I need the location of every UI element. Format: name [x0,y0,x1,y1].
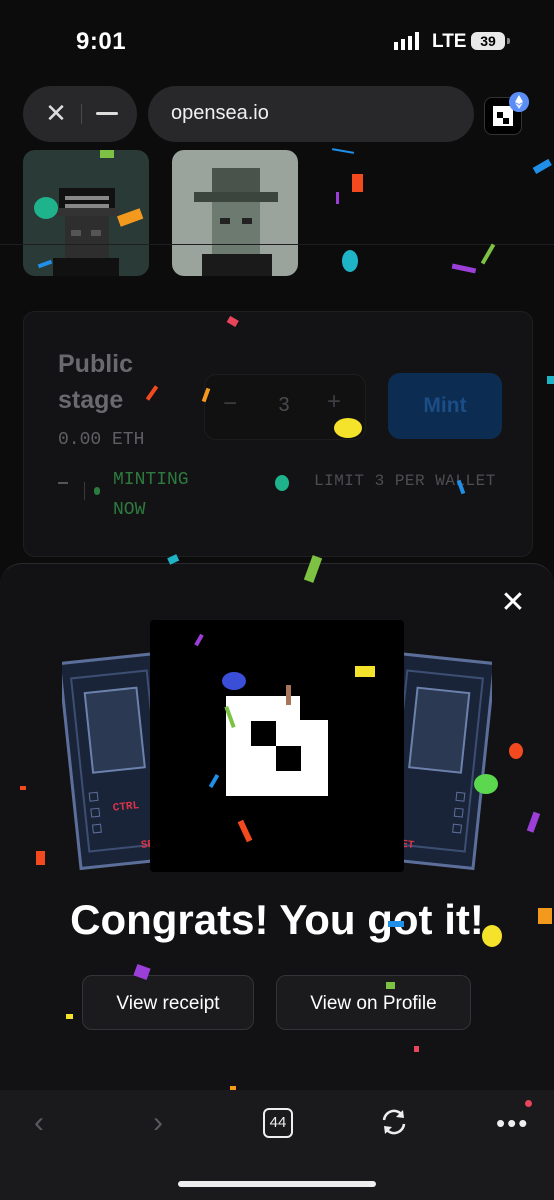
status-time: 9:01 [76,28,127,55]
view-receipt-button[interactable]: View receipt [82,975,254,1030]
controls-divider [81,104,82,124]
forward-icon[interactable]: › [153,1106,163,1140]
nft-thumbnail-2[interactable] [172,150,298,276]
tabs-button[interactable]: 44 [263,1108,293,1138]
home-indicator [178,1181,376,1187]
back-icon[interactable]: ‹ [34,1106,44,1140]
reload-icon[interactable] [378,1106,410,1138]
modal-close-button[interactable]: ✕ [498,588,528,618]
section-divider [0,244,554,245]
network-label: LTE [432,31,467,52]
mint-button[interactable]: Mint [388,373,502,439]
browser-controls [23,86,137,142]
battery-icon: 39 [471,32,505,50]
status-divider [84,482,85,500]
view-on-profile-button[interactable]: View on Profile [276,975,471,1030]
close-tab-icon[interactable]: ✕ [42,98,70,128]
congrats-heading: Congrats! You got it! [70,896,484,943]
quantity-value[interactable]: 3 [274,394,294,417]
signal-icon [394,32,419,50]
stage-price: 0.00 ETH [58,430,145,450]
wallet-limit: LIMIT 3 PER WALLET [314,472,496,490]
minted-nft-image [150,620,404,872]
minimize-icon[interactable] [96,112,118,115]
stage-title: Public stage [58,350,134,414]
increment-button[interactable]: + [322,388,346,416]
nft-thumbnail-1[interactable] [23,150,149,276]
decrement-button[interactable]: − [218,390,242,418]
live-dot-icon [94,487,100,495]
more-menu-icon[interactable]: ••• [496,1108,529,1139]
battery-tip [507,38,510,44]
dash-divider [58,482,68,484]
url-text[interactable]: opensea.io [171,102,269,125]
notification-dot [525,1100,532,1107]
ethereum-icon [509,92,529,112]
minting-status: MINTING NOW [113,470,189,520]
